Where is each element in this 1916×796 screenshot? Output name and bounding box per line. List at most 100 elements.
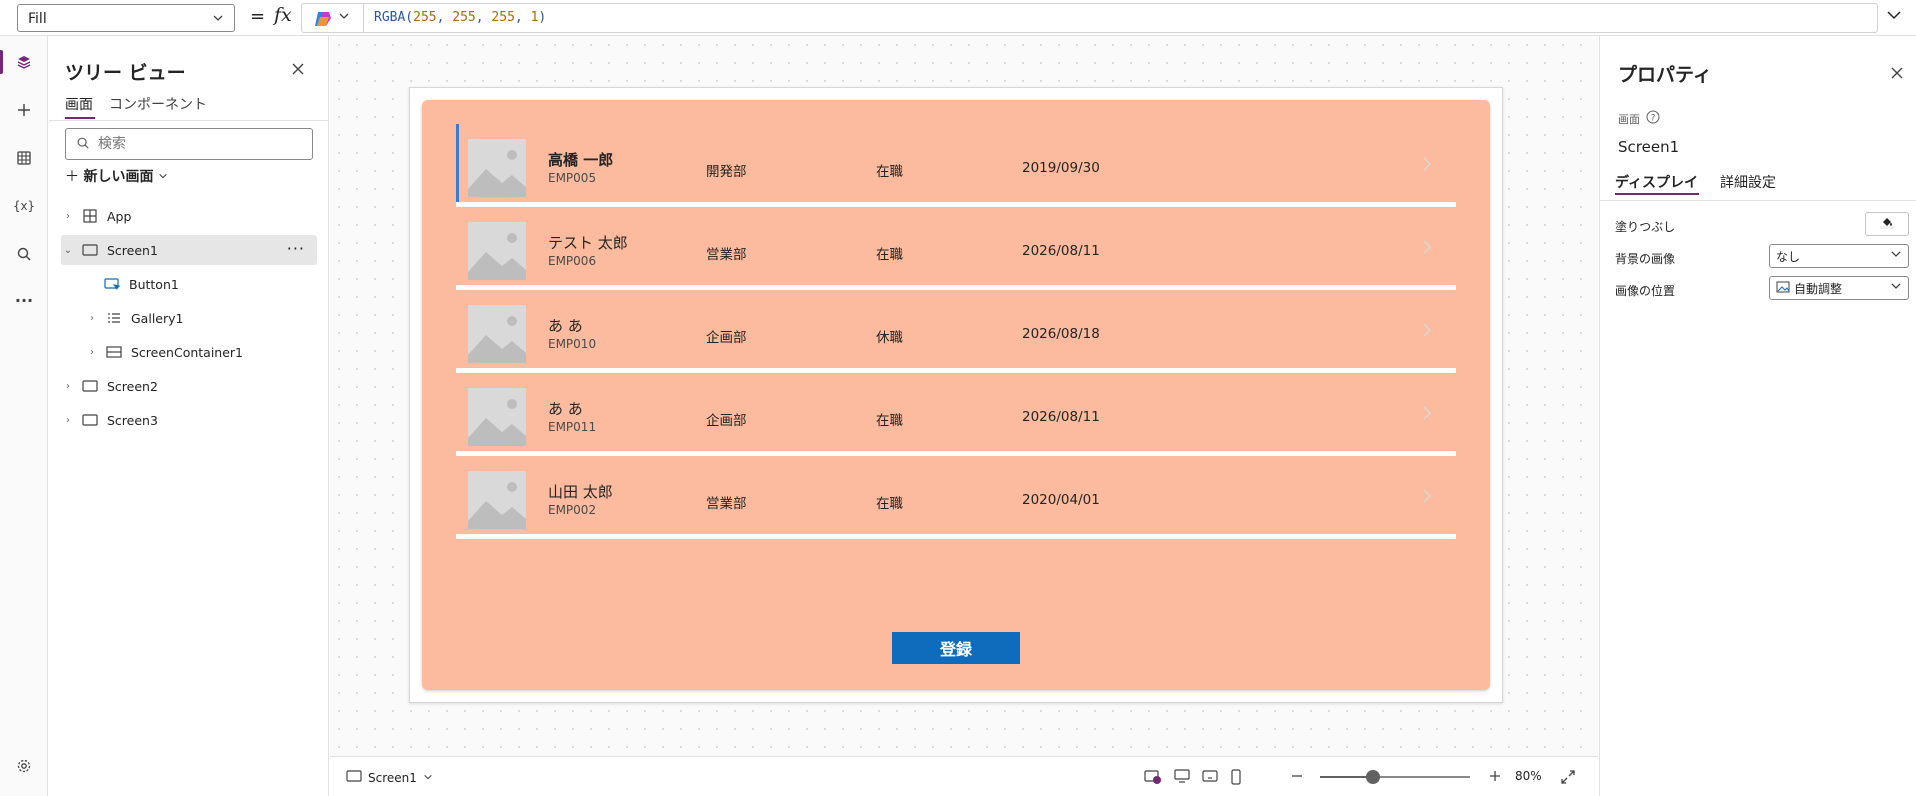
control-type-label: 画面 — [1618, 112, 1640, 126]
gallery1[interactable]: 高橋 一郎 EMP005 開発部 在職 2019/09/30 テスト 太郎 EM… — [456, 124, 1456, 539]
employee-status: 在職 — [876, 164, 903, 180]
fullscreen-icon[interactable] — [1560, 769, 1576, 785]
chevron-right-icon[interactable]: › — [85, 347, 99, 358]
copilot-button[interactable] — [301, 3, 363, 33]
phone-layout-icon[interactable] — [1230, 769, 1242, 785]
chevron-right-icon[interactable] — [1422, 156, 1432, 177]
tree-view-layers-icon[interactable] — [10, 48, 38, 76]
gallery-item[interactable]: あ あ EMP011 企画部 在職 2026/08/11 — [456, 373, 1456, 456]
employee-dept: 企画部 — [706, 330, 747, 346]
property-select[interactable]: Fill — [17, 4, 235, 32]
employee-status: 休職 — [876, 330, 903, 346]
new-screen-label: 新しい画面 — [83, 169, 154, 185]
employee-id: EMP006 — [548, 254, 597, 268]
gallery-item[interactable]: あ あ EMP010 企画部 休職 2026/08/18 — [456, 290, 1456, 373]
tree-search[interactable] — [65, 128, 313, 160]
chevron-down-icon — [1890, 248, 1902, 263]
control-name: Screen1 — [1618, 138, 1680, 156]
employee-status: 在職 — [876, 247, 903, 263]
submit-button[interactable]: 登録 — [892, 632, 1020, 664]
chevron-right-icon[interactable]: › — [85, 313, 99, 324]
employee-dept: 開発部 — [706, 164, 747, 180]
screen-selector[interactable]: Screen1 — [346, 769, 433, 786]
zoom-slider[interactable] — [1320, 770, 1470, 784]
chevron-right-icon[interactable] — [1422, 322, 1432, 343]
tree-node-gallery1[interactable]: › Gallery1 — [85, 303, 317, 333]
formula-bar: Fill = fx RGBA(255, 255, 255, 1) — [0, 0, 1916, 36]
insert-plus-icon[interactable] — [10, 96, 38, 124]
tab-display[interactable]: ディスプレイ — [1615, 172, 1698, 192]
chevron-right-icon[interactable]: › — [61, 381, 75, 392]
employee-name: 高橋 一郎 — [548, 151, 614, 169]
formula-input[interactable]: RGBA(255, 255, 255, 1) — [363, 3, 1878, 33]
chevron-down-icon — [1890, 280, 1902, 295]
gallery-item[interactable]: テスト 太郎 EMP006 営業部 在職 2026/08/11 — [456, 207, 1456, 290]
formula-prefix: RGBA( — [374, 10, 414, 25]
gallery-item[interactable]: 山田 太郎 EMP002 営業部 在職 2020/04/01 — [456, 456, 1456, 539]
image-placeholder-icon — [468, 139, 526, 197]
image-position-label: 画像の位置 — [1615, 284, 1676, 298]
chevron-down-icon — [212, 12, 224, 28]
chevron-right-icon[interactable]: › — [61, 211, 75, 222]
left-rail: {x} ··· — [0, 36, 48, 796]
property-select-value: Fill — [28, 11, 47, 27]
data-table-icon[interactable] — [10, 144, 38, 172]
tree-node-screencontainer1[interactable]: › ScreenContainer1 — [85, 337, 317, 367]
search-icon[interactable] — [10, 240, 38, 268]
employee-status: 在職 — [876, 496, 903, 512]
tree-node-screen2[interactable]: › Screen2 — [61, 371, 317, 401]
screen-icon — [79, 379, 101, 393]
tree-node-label: Button1 — [129, 276, 179, 292]
tree-node-app[interactable]: › App — [61, 201, 317, 231]
image-position-dropdown[interactable]: 自動調整 — [1769, 276, 1909, 300]
tree-node-label: Screen1 — [107, 242, 158, 258]
gallery-item[interactable]: 高橋 一郎 EMP005 開発部 在職 2019/09/30 — [456, 124, 1456, 207]
desktop-layout-icon[interactable] — [1174, 769, 1190, 783]
help-icon[interactable]: ? — [1646, 110, 1660, 127]
formula-suffix: ) — [538, 10, 547, 25]
close-icon[interactable] — [291, 60, 305, 81]
zoom-slider-thumb[interactable] — [1365, 770, 1380, 784]
zoom-out-icon[interactable] — [1290, 769, 1304, 783]
tablet-layout-icon[interactable] — [1202, 769, 1218, 783]
accessibility-checker-icon[interactable] — [1144, 769, 1162, 785]
fill-color-button[interactable] — [1865, 212, 1909, 236]
image-icon — [1776, 281, 1790, 296]
tab-advanced[interactable]: 詳細設定 — [1720, 172, 1776, 192]
more-ellipsis-icon[interactable]: ··· — [287, 239, 305, 258]
chevron-right-icon[interactable]: › — [61, 415, 75, 426]
tree-node-screen3[interactable]: › Screen3 — [61, 405, 317, 435]
chevron-right-icon[interactable] — [1422, 405, 1432, 426]
bg-image-dropdown[interactable]: なし — [1769, 244, 1909, 268]
button-control-icon — [101, 276, 123, 292]
tab-underline — [1615, 193, 1699, 195]
new-screen-button[interactable]: ＋ 新しい画面 — [65, 166, 168, 186]
close-icon[interactable] — [1890, 64, 1904, 85]
fill-label: 塗りつぶし — [1615, 220, 1676, 234]
screen1-preview[interactable]: 高橋 一郎 EMP005 開発部 在職 2019/09/30 テスト 太郎 EM… — [409, 87, 1503, 703]
chevron-down-icon[interactable]: ⌄ — [61, 245, 75, 256]
props-divider — [1600, 200, 1916, 201]
chevron-right-icon[interactable] — [1422, 239, 1432, 260]
employee-dept: 営業部 — [706, 247, 747, 263]
employee-dept: 営業部 — [706, 496, 747, 512]
tab-components[interactable]: コンポーネント — [109, 94, 207, 114]
tree-node-label: App — [107, 208, 132, 224]
tree-node-button1[interactable]: Button1 — [97, 269, 317, 299]
image-placeholder-icon — [468, 388, 526, 446]
chevron-right-icon[interactable] — [1422, 488, 1432, 509]
zoom-in-icon[interactable] — [1488, 769, 1502, 783]
more-ellipsis-icon[interactable]: ··· — [10, 286, 38, 314]
container-icon — [103, 345, 125, 359]
expand-formula-chevron-icon[interactable] — [1886, 8, 1902, 26]
tab-screens[interactable]: 画面 — [65, 94, 93, 114]
screen-container[interactable]: 高橋 一郎 EMP005 開発部 在職 2019/09/30 テスト 太郎 EM… — [422, 100, 1490, 690]
design-canvas[interactable]: 高橋 一郎 EMP005 開発部 在職 2019/09/30 テスト 太郎 EM… — [330, 36, 1598, 756]
employee-id: EMP002 — [548, 503, 597, 517]
variables-icon[interactable]: {x} — [10, 192, 38, 220]
search-input[interactable] — [98, 133, 298, 155]
tree-node-screen1[interactable]: ⌄ Screen1 ··· — [61, 235, 317, 265]
settings-gear-icon[interactable] — [10, 752, 38, 780]
screen-selector-label: Screen1 — [368, 770, 417, 785]
tree-node-label: Gallery1 — [131, 310, 184, 326]
